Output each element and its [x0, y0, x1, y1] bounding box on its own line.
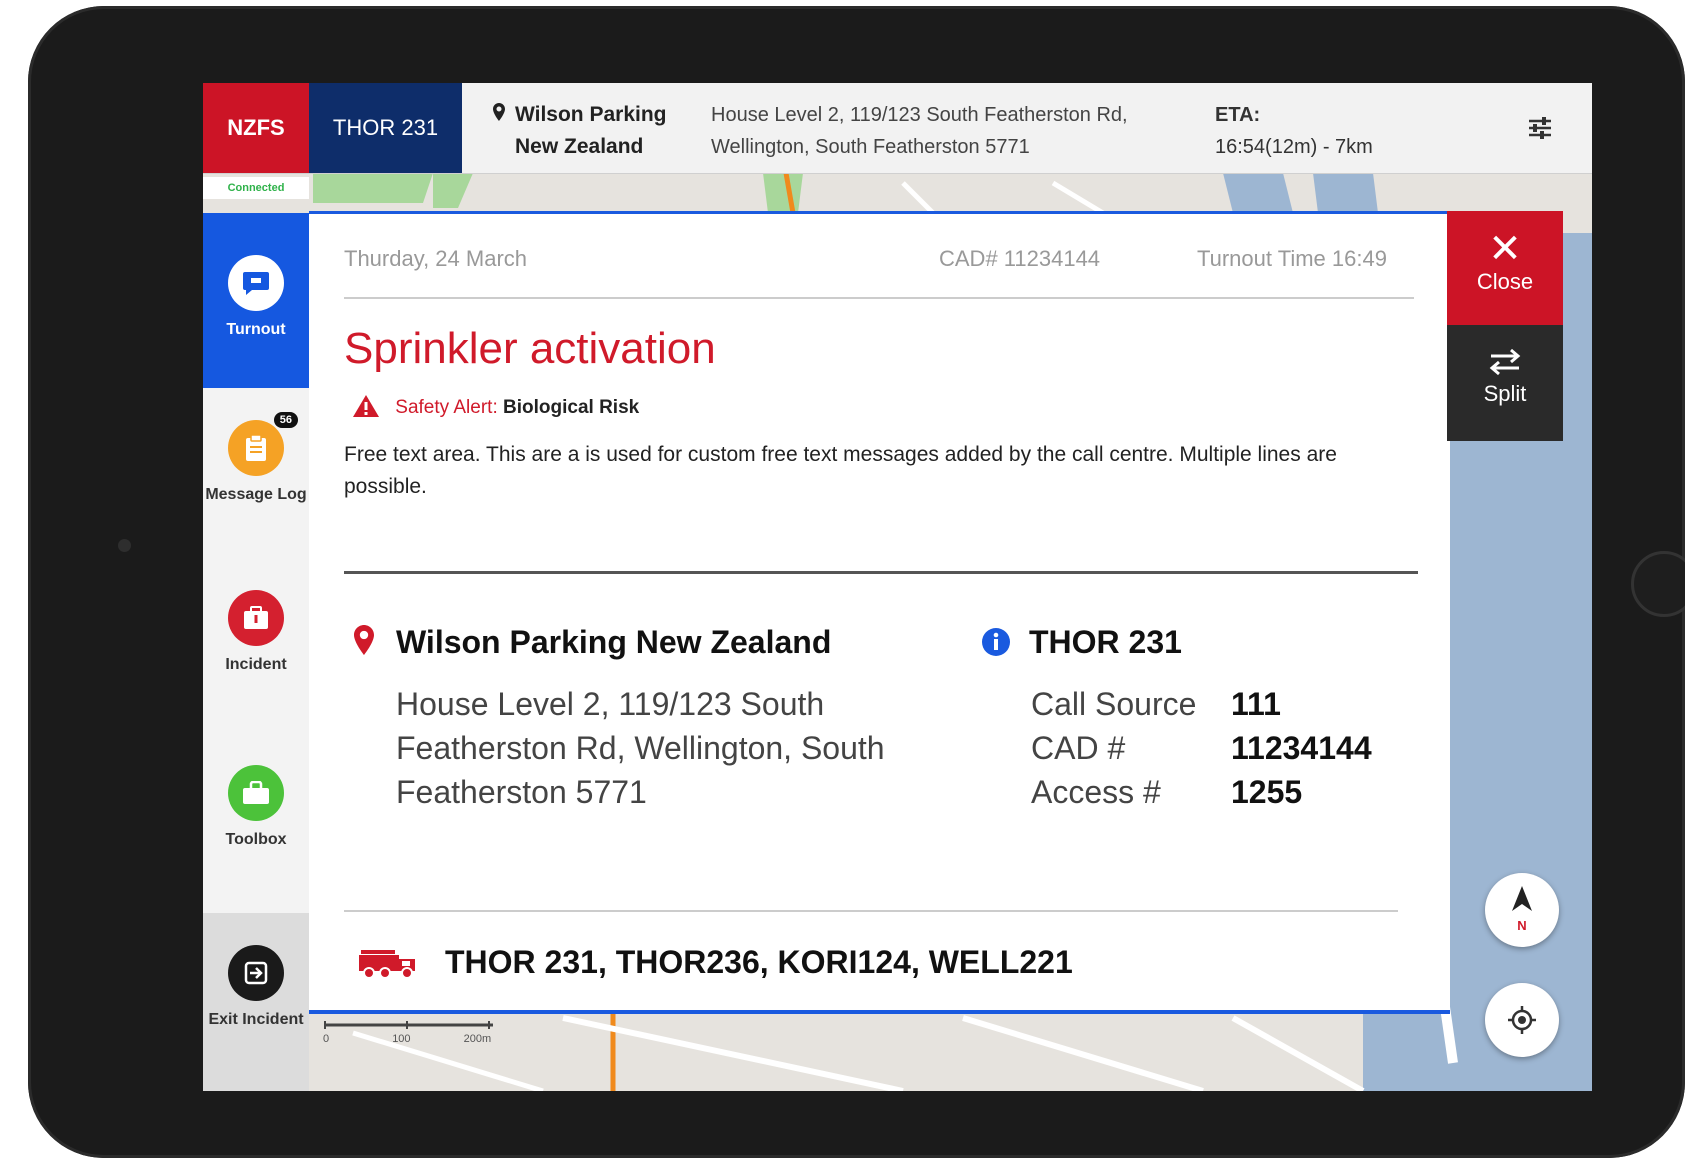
incident-cad-number: CAD# 11234144: [939, 246, 1101, 271]
sidebar-item-label: Message Log: [205, 486, 307, 503]
incident-date: Thurday, 24 March: [344, 246, 528, 271]
split-label: Split: [1483, 381, 1527, 406]
sidebar-item-message-log[interactable]: 56 Message Log: [203, 393, 309, 563]
detail-row: Call Source 111: [1031, 682, 1372, 726]
detail-key: CAD #: [1031, 730, 1126, 766]
divider: [344, 297, 1414, 299]
top-bar: NZFS THOR 231 Wilson Parking New Zealand…: [203, 83, 1592, 174]
responding-units: THOR 231, THOR236, KORI124, WELL221: [357, 944, 1073, 987]
compass-button[interactable]: N: [1485, 873, 1559, 947]
detail-value: 11234144: [1231, 730, 1372, 766]
incident-details: Call Source 111 CAD # 11234144 Access # …: [1031, 682, 1372, 814]
sidebar: Turnout 56 Message Log Incident Toolbox …: [203, 213, 309, 1091]
toolbox-icon: [228, 765, 284, 821]
sidebar-item-label: Incident: [225, 656, 287, 673]
sidebar-item-label: Exit Incident: [208, 1011, 304, 1028]
free-text-message: Free text area. This are a is used for c…: [344, 443, 1337, 498]
info-icon: [981, 627, 1011, 665]
top-location: Wilson Parking New Zealand: [493, 99, 667, 163]
top-address: House Level 2, 119/123 South Featherston…: [711, 104, 1128, 158]
front-camera: [118, 539, 131, 552]
north-arrow-icon: [1512, 886, 1532, 911]
responding-units-list: THOR 231, THOR236, KORI124, WELL221: [445, 944, 1073, 980]
unit-heading: THOR 231: [981, 624, 1182, 665]
location-heading: Wilson Parking New Zealand: [354, 624, 831, 663]
close-label: Close: [1476, 269, 1534, 294]
connection-status: Connected: [203, 177, 309, 199]
location-name: Wilson Parking New Zealand: [396, 624, 832, 660]
turnout-time: Turnout Time 16:49: [1197, 246, 1387, 271]
scale-label: 100: [392, 1033, 411, 1045]
close-button[interactable]: ✕ Close: [1447, 211, 1563, 325]
crosshair-icon: [1508, 1006, 1536, 1034]
safety-alert-value: Biological Risk: [503, 397, 640, 418]
map-scale: 0 100 200m: [323, 1021, 523, 1045]
sidebar-item-incident[interactable]: Incident: [203, 568, 309, 738]
chat-icon: [228, 255, 284, 311]
location-pin-icon: [493, 99, 507, 131]
clipboard-icon: 56: [228, 412, 298, 476]
detail-row: CAD # 11234144: [1031, 726, 1372, 770]
eta-value: 16:54(12m) - 7km: [1215, 136, 1373, 158]
close-icon: ✕: [1488, 227, 1522, 271]
divider: [344, 910, 1398, 912]
scale-label: 200m: [463, 1033, 492, 1045]
eta-info: ETA: 16:54(12m) - 7km: [1215, 99, 1373, 163]
warning-icon: [352, 395, 385, 418]
sliders-icon[interactable]: [1525, 113, 1555, 143]
detail-row: Access # 1255: [1031, 770, 1372, 814]
scale-label: 0: [323, 1033, 330, 1045]
home-button[interactable]: [1631, 551, 1685, 617]
sidebar-item-turnout[interactable]: Turnout: [203, 213, 309, 388]
brand-logo: NZFS: [203, 83, 309, 173]
detail-value: 111: [1231, 686, 1281, 722]
incident-icon: [228, 590, 284, 646]
sidebar-item-label: Toolbox: [225, 831, 287, 848]
app-screen: NZFS THOR 231 Wilson Parking New Zealand…: [203, 83, 1592, 1091]
unit-name: THOR 231: [1029, 624, 1182, 660]
location-line-1: Wilson Parking: [515, 103, 667, 126]
locate-button[interactable]: [1485, 983, 1559, 1057]
location-address: House Level 2, 119/123 South Featherston…: [396, 686, 885, 810]
fire-truck-icon: [357, 947, 419, 987]
sidebar-item-label: Turnout: [226, 321, 286, 338]
incident-title: Sprinkler activation: [344, 324, 716, 373]
divider: [344, 571, 1418, 574]
tablet-frame: NZFS THOR 231 Wilson Parking New Zealand…: [28, 6, 1685, 1158]
location-line-2: New Zealand: [515, 135, 644, 158]
sidebar-item-toolbox[interactable]: Toolbox: [203, 743, 309, 913]
exit-icon: [228, 945, 284, 1001]
swap-icon: [1447, 347, 1563, 381]
detail-key: Call Source: [1031, 686, 1197, 722]
message-count-badge: 56: [273, 412, 298, 428]
incident-panel: Thurday, 24 March CAD# 11234144 Turnout …: [309, 211, 1450, 1014]
unit-label[interactable]: THOR 231: [309, 83, 462, 173]
detail-value: 1255: [1231, 774, 1303, 810]
sidebar-item-exit-incident[interactable]: Exit Incident: [203, 913, 309, 1091]
eta-label: ETA:: [1215, 104, 1261, 126]
safety-alert: Safety Alert: Biological Risk: [352, 394, 639, 419]
location-pin-icon: [354, 625, 376, 663]
compass-north-label: N: [1517, 918, 1527, 933]
split-button[interactable]: Split: [1447, 325, 1563, 441]
detail-key: Access #: [1031, 774, 1161, 810]
safety-alert-label: Safety Alert:: [395, 397, 498, 418]
